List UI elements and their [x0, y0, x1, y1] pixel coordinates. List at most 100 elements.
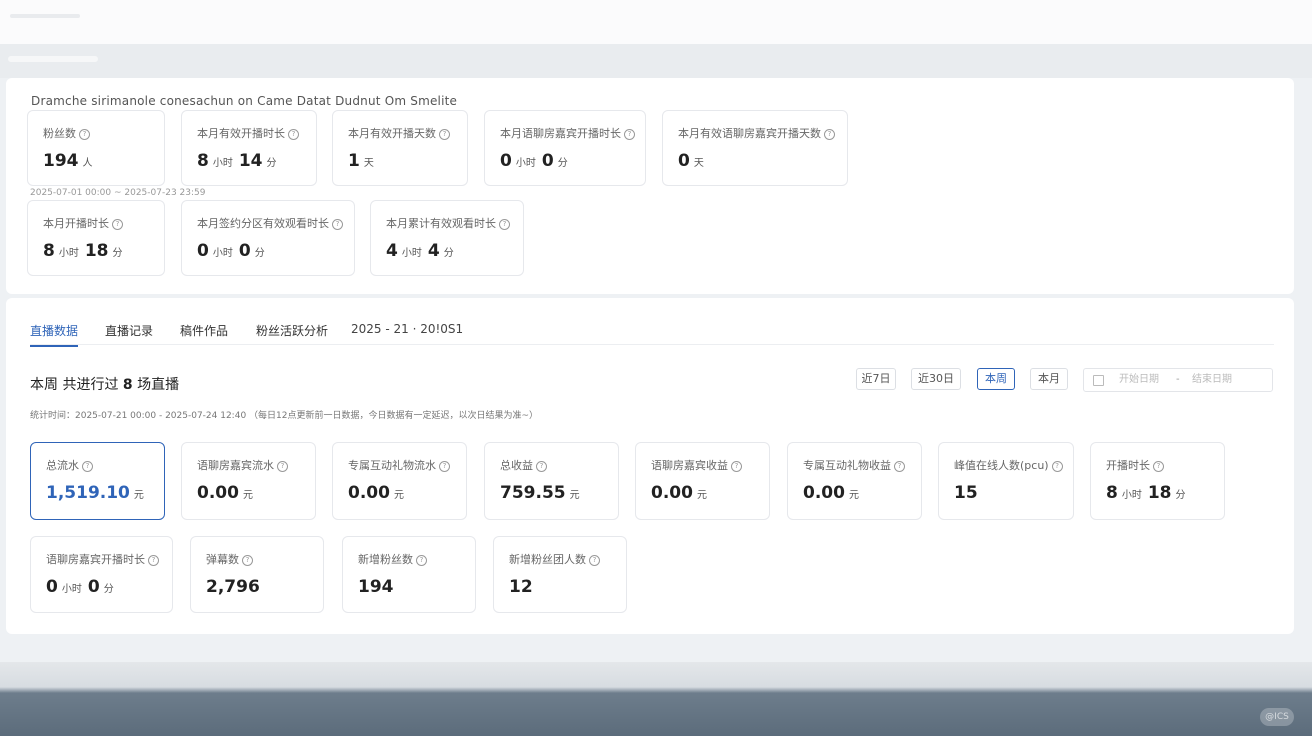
metric-unit-hours: 小时 [401, 248, 422, 259]
metric-value-hours: 0 [197, 241, 209, 261]
metric-card-fans: 粉丝数? 194 人 [27, 110, 165, 186]
metric-unit-minutes: 分 [557, 158, 568, 169]
metric-value: 1,519.10 [46, 483, 130, 503]
top-browser-band [0, 0, 1312, 44]
metric-label: 开播时长 [1106, 459, 1150, 472]
range-7-days-button[interactable]: 近7日 [856, 368, 896, 390]
metric-label: 语聊房嘉宾开播时长 [46, 553, 145, 566]
metric-value: 12 [509, 577, 533, 597]
help-icon[interactable]: ? [439, 461, 450, 472]
help-icon[interactable]: ? [82, 461, 93, 472]
help-icon[interactable]: ? [277, 461, 288, 472]
metric-card-danmaku-count[interactable]: 弹幕数? 2,796 [190, 536, 324, 613]
metric-card-gift-revenue[interactable]: 专属互动礼物流水? 0.00 元 [332, 442, 467, 520]
metric-unit-hours: 小时 [212, 248, 233, 259]
help-icon[interactable]: ? [731, 461, 742, 472]
metric-value: 1 [348, 151, 360, 171]
metric-value: 0.00 [651, 483, 693, 503]
metric-card-new-fans[interactable]: 新增粉丝数? 194 [342, 536, 476, 613]
metric-unit-minutes: 分 [266, 158, 277, 169]
metric-card-live-duration[interactable]: 开播时长? 8 小时 18 分 [1090, 442, 1225, 520]
overview-title: Dramche sirimanole conesachun on Came Da… [31, 94, 458, 108]
tab-fan-activity[interactable]: 粉丝活跃分析 [256, 322, 328, 345]
help-icon[interactable]: ? [79, 129, 90, 140]
help-icon[interactable]: ? [894, 461, 905, 472]
metric-label: 本月有效开播时长 [197, 127, 285, 140]
metric-label: 本月累计有效观看时长 [386, 217, 496, 230]
start-date-placeholder[interactable]: 开始日期 [1119, 369, 1159, 391]
metric-unit: 元 [848, 490, 859, 501]
metric-label: 新增粉丝团人数 [509, 553, 586, 566]
header-band [0, 44, 1312, 78]
metric-card-new-fan-club-members[interactable]: 新增粉丝团人数? 12 [493, 536, 627, 613]
help-icon[interactable]: ? [439, 129, 450, 140]
overview-panel: Dramche sirimanole conesachun on Came Da… [6, 78, 1294, 294]
overview-date-range: 2025-07-01 00:00 ~ 2025-07-23 23:59 [30, 188, 206, 198]
metric-card-peak-online[interactable]: 峰值在线人数(pcu)? 15 [938, 442, 1074, 520]
metric-card-voice-guest-revenue[interactable]: 语聊房嘉宾流水? 0.00 元 [181, 442, 316, 520]
metric-unit: 元 [133, 490, 144, 501]
help-icon[interactable]: ? [288, 129, 299, 140]
metric-value-minutes: 18 [84, 241, 109, 261]
metric-value-minutes: 18 [1147, 483, 1172, 503]
metric-value-minutes: 0 [541, 151, 554, 171]
metric-unit-hours: 小时 [61, 584, 82, 595]
metric-card-voice-guest-live-duration-week[interactable]: 语聊房嘉宾开播时长? 0 小时 0 分 [30, 536, 173, 613]
help-icon[interactable]: ? [112, 219, 123, 230]
help-icon[interactable]: ? [1051, 461, 1063, 472]
metric-unit-minutes: 分 [254, 248, 265, 259]
metric-card-gift-income[interactable]: 专属互动礼物收益? 0.00 元 [787, 442, 922, 520]
metric-label: 总收益 [500, 459, 533, 472]
help-icon[interactable]: ? [824, 129, 835, 140]
metric-unit: 天 [363, 158, 374, 169]
range-30-days-button[interactable]: 近30日 [911, 368, 961, 390]
metric-value: 15 [954, 483, 978, 503]
tab-live-records[interactable]: 直播记录 [105, 322, 153, 345]
metric-card-total-income[interactable]: 总收益? 759.55 元 [484, 442, 619, 520]
metric-card-total-revenue[interactable]: 总流水? 1,519.10 元 [30, 442, 165, 520]
help-icon[interactable]: ? [148, 555, 159, 566]
help-icon[interactable]: ? [624, 129, 635, 140]
help-icon[interactable]: ? [1153, 461, 1164, 472]
metric-value-hours: 8 [43, 241, 55, 261]
metric-value: 0.00 [348, 483, 390, 503]
summary-suffix: 场直播 [137, 377, 180, 393]
help-icon[interactable]: ? [242, 555, 253, 566]
help-icon[interactable]: ? [499, 219, 510, 230]
bottom-blur-band: @ICS [0, 662, 1312, 736]
metric-card-month-live-duration: 本月开播时长? 8 小时 18 分 [27, 200, 165, 276]
metric-value-minutes: 4 [427, 241, 440, 261]
metric-label: 新增粉丝数 [358, 553, 413, 566]
date-range-picker[interactable]: 开始日期 - 结束日期 [1083, 368, 1273, 392]
metric-value-minutes: 14 [238, 151, 263, 171]
end-date-placeholder[interactable]: 结束日期 [1192, 369, 1232, 391]
help-icon[interactable]: ? [332, 219, 343, 230]
metric-unit-minutes: 分 [112, 248, 123, 259]
metric-value: 194 [358, 577, 394, 597]
metric-label: 语聊房嘉宾收益 [651, 459, 728, 472]
metric-card-voice-guest-income[interactable]: 语聊房嘉宾收益? 0.00 元 [635, 442, 770, 520]
metric-value: 0.00 [197, 483, 239, 503]
metric-value: 0.00 [803, 483, 845, 503]
help-icon[interactable]: ? [416, 555, 427, 566]
tab-works[interactable]: 稿件作品 [180, 322, 228, 345]
metric-card-month-valid-live-days: 本月有效开播天数? 1天 [332, 110, 468, 186]
live-summary: 本周 共进行过 8 场直播 [30, 374, 179, 394]
metric-label: 语聊房嘉宾流水 [197, 459, 274, 472]
summary-count: 8 [122, 377, 133, 393]
metric-value: 2,796 [206, 577, 260, 597]
tab-extra[interactable]: 2025 - 21 · 20!0S1 [351, 322, 463, 342]
help-icon[interactable]: ? [536, 461, 547, 472]
metric-label: 本月有效开播天数 [348, 127, 436, 140]
metric-value: 194 [43, 151, 79, 171]
tab-live-data[interactable]: 直播数据 [30, 322, 79, 347]
help-icon[interactable]: ? [589, 555, 600, 566]
range-this-week-button[interactable]: 本周 [977, 368, 1015, 390]
metric-unit: 元 [569, 490, 580, 501]
metric-unit-minutes: 分 [103, 584, 114, 595]
metric-label: 弹幕数 [206, 553, 239, 566]
metric-value-hours: 0 [500, 151, 512, 171]
range-this-month-button[interactable]: 本月 [1030, 368, 1068, 390]
metric-unit: 元 [696, 490, 707, 501]
metric-label: 粉丝数 [43, 127, 76, 140]
